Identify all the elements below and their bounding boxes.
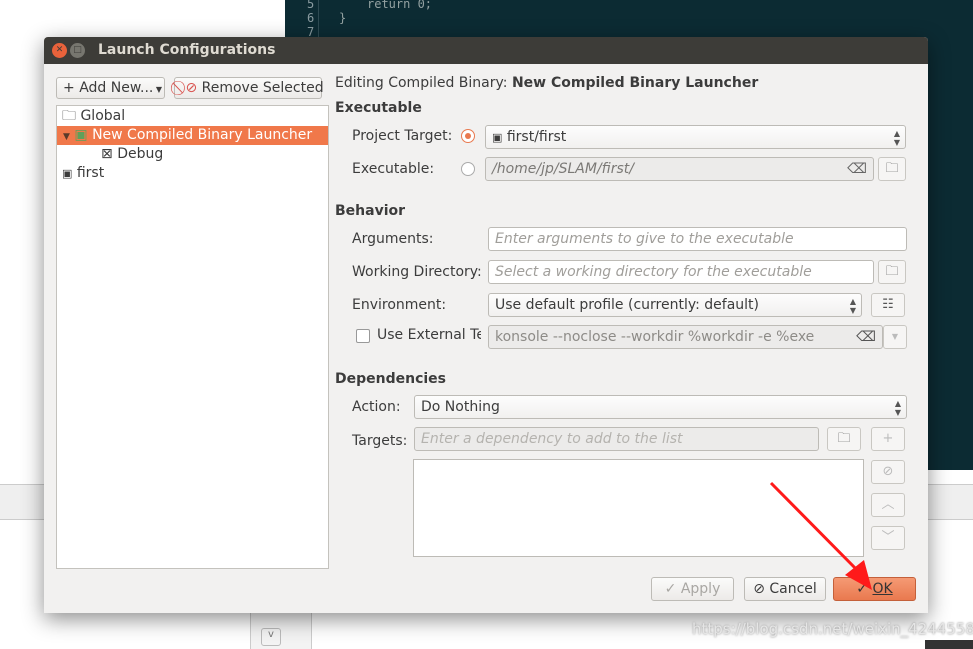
annotation-arrow xyxy=(769,481,872,590)
arrow-head-icon xyxy=(845,560,872,590)
arrow-shaft xyxy=(769,481,864,577)
watermark: https://blog.csdn.net/weixin_42445581 xyxy=(692,620,973,638)
